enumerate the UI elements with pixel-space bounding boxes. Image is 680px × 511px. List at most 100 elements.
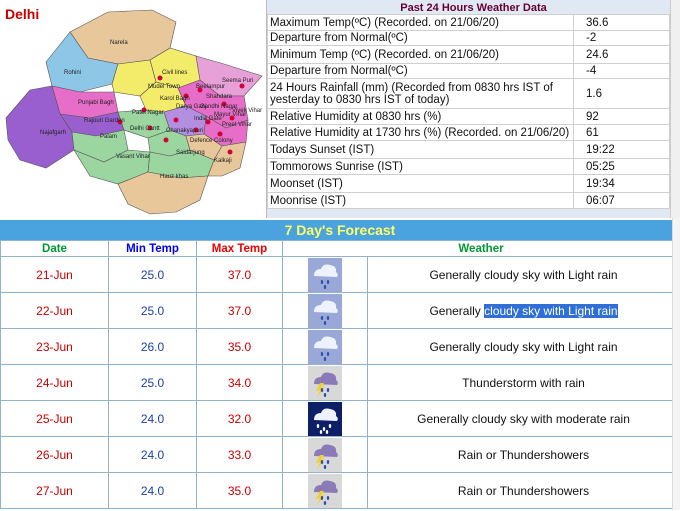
- past-row: Departure from Normal(ºC) -2: [267, 30, 670, 46]
- past-row: Minimum Temp (ºC) (Recorded. on 21/06/20…: [267, 45, 670, 64]
- forecast-icon-cell: [282, 472, 368, 509]
- map-label-beelampur: Beelampur: [196, 84, 225, 90]
- scrollbar[interactable]: [670, 0, 680, 218]
- past-row-value: 05:25: [573, 158, 670, 175]
- past-row-label: Relative Humidity at 1730 hrs (%) (Recor…: [267, 124, 574, 141]
- past-row-value: 1.6: [573, 78, 670, 109]
- forecast-weather: Rain or Thundershowers: [367, 472, 680, 509]
- delhi-map-panel: Narela Rohini Civil lines Seema Puri Mud…: [0, 0, 266, 218]
- past-row-label: Moonrise (IST): [267, 192, 574, 209]
- moderate-rain-icon: [308, 401, 342, 436]
- forecast-date: 27-Jun: [0, 472, 109, 509]
- past-row-label: Maximum Temp(ºC) (Recorded. on 21/06/20): [267, 14, 574, 31]
- forecast-row: 23-Jun 26.0 35.0 Generally cloudy sky with …: [0, 328, 680, 365]
- forecast-min-temp: 24.0: [108, 400, 197, 437]
- past-row: Todays Sunset (IST) 19:22: [267, 140, 670, 159]
- forecast-date: 21-Jun: [0, 256, 109, 293]
- city-title: Delhi: [5, 6, 40, 22]
- forecast-weather-text: Generally: [429, 303, 485, 318]
- forecast-weather: Rain or Thundershowers: [367, 436, 680, 473]
- past-row-value: 19:34: [573, 174, 670, 193]
- map-label-delhi-cantt: Delhi Cantt: [130, 126, 160, 132]
- forecast-table: Date Min Temp Max Temp Weather 21-Jun 25.…: [0, 240, 680, 509]
- map-label-punjabi-bagh: Punjabi Bagh: [78, 100, 114, 106]
- past-row-label: Relative Humidity at 0830 hrs (%): [267, 108, 574, 125]
- forecast-weather: Generally cloudy sky with Light rain: [367, 256, 680, 293]
- forecast-row: 25-Jun 24.0 32.0 Generally cloudy sky with …: [0, 400, 680, 437]
- past-row-value: -2: [573, 30, 670, 46]
- map-label-rajouri-garden: Rajouri Garden: [84, 118, 125, 124]
- delhi-district-map[interactable]: Narela Rohini Civil lines Seema Puri Mud…: [0, 0, 266, 218]
- map-label-preet-vihar: Preet Vihar: [222, 122, 252, 128]
- header-weather: Weather: [282, 240, 680, 257]
- forecast-min-temp: 25.0: [108, 364, 197, 401]
- forecast-min-temp: 25.0: [108, 292, 197, 329]
- past-row-label: Moonset (IST): [267, 174, 574, 193]
- selected-text[interactable]: cloudy sky with Light rain: [484, 303, 618, 318]
- map-label-rohini: Rohini: [64, 70, 81, 76]
- forecast-row: 21-Jun 25.0 37.0 Generally cloudy sky with …: [0, 256, 680, 293]
- forecast-weather: Generally cloudy sky with moderate rain: [367, 400, 680, 437]
- forecast-date: 25-Jun: [0, 400, 109, 437]
- past-row-value: -4: [573, 63, 670, 79]
- map-label-patel-nagar: Patel Nagar: [132, 110, 164, 116]
- past-row-value: 36.6: [573, 14, 670, 31]
- forecast-weather: Thunderstorm with rain: [367, 364, 680, 401]
- past-row-label: Departure from Normal(ºC): [267, 63, 574, 79]
- thundershowers-icon: [308, 437, 342, 472]
- forecast-min-temp: 24.0: [108, 436, 197, 473]
- forecast-icon-cell: [282, 328, 368, 365]
- past-row-value: 92: [573, 108, 670, 125]
- past-row: Relative Humidity at 0830 hrs (%) 92: [267, 108, 670, 125]
- past-24h-panel: Past 24 Hours Weather Data Maximum Temp(…: [266, 0, 680, 218]
- past-24h-table: Maximum Temp(ºC) (Recorded. on 21/06/20)…: [267, 14, 670, 209]
- scrollbar-right[interactable]: [672, 218, 680, 510]
- past-row-label: Todays Sunset (IST): [267, 140, 574, 159]
- map-label-india-gate: India Gate: [194, 116, 222, 122]
- map-label-shahdara: Shahdara: [206, 94, 233, 100]
- forecast-row: 22-Jun 25.0 37.0 Generally cloudy sky with …: [0, 292, 680, 329]
- past-row-label: Minimum Temp (ºC) (Recorded. on 21/06/20…: [267, 45, 574, 64]
- forecast-icon-cell: [282, 256, 368, 293]
- past-row-label: 24 Hours Rainfall (mm) (Recorded from 08…: [267, 78, 574, 109]
- thundershowers-icon: [308, 473, 342, 508]
- forecast-title: 7 Day's Forecast: [0, 220, 680, 240]
- map-label-seema-puri: Seema Puri: [222, 78, 253, 84]
- cloudy-light-rain-icon: [308, 293, 342, 328]
- past-row-value: 24.6: [573, 45, 670, 64]
- map-label-kalkaji: Kalkaji: [214, 158, 232, 164]
- forecast-date: 26-Jun: [0, 436, 109, 473]
- past-row: Tommorows Sunrise (IST) 05:25: [267, 158, 670, 175]
- past-row: Relative Humidity at 1730 hrs (%) (Recor…: [267, 124, 670, 141]
- forecast-weather: Generally cloudy sky with Light rain: [367, 292, 680, 329]
- map-label-civil-lines: Civil lines: [162, 70, 187, 76]
- forecast-min-temp: 26.0: [108, 328, 197, 365]
- forecast-max-temp: 33.0: [196, 436, 283, 473]
- forecast-max-temp: 37.0: [196, 256, 283, 293]
- forecast-date: 22-Jun: [0, 292, 109, 329]
- map-label-saidarjung: Saidarjung: [176, 150, 205, 156]
- map-label-palam: Palam: [100, 134, 117, 140]
- forecast-min-temp: 24.0: [108, 472, 197, 509]
- forecast-weather: Generally cloudy sky with Light rain: [367, 328, 680, 365]
- header-max-temp: Max Temp: [196, 240, 283, 257]
- forecast-min-temp: 25.0: [108, 256, 197, 293]
- forecast-row: 27-Jun 24.0 35.0 Rain or Thundershowers: [0, 472, 680, 509]
- past-row: 24 Hours Rainfall (mm) (Recorded from 08…: [267, 78, 670, 109]
- forecast-icon-cell: [282, 292, 368, 329]
- map-label-mudel-town: Mudel Town: [148, 84, 180, 90]
- map-label-hauz-khas: Hauz khas: [160, 174, 188, 180]
- past-row: Departure from Normal(ºC) -4: [267, 63, 670, 79]
- forecast-icon-cell: [282, 364, 368, 401]
- map-label-vasant-vihar: Vasant Vihar: [116, 154, 150, 160]
- map-label-defence-colony: Defence Colony: [190, 138, 233, 144]
- past-row-label: Tommorows Sunrise (IST): [267, 158, 574, 175]
- cloudy-light-rain-icon: [308, 257, 342, 292]
- header-min-temp: Min Temp: [108, 240, 197, 257]
- map-label-narela: Narela: [110, 40, 128, 46]
- forecast-max-temp: 37.0: [196, 292, 283, 329]
- forecast-date: 23-Jun: [0, 328, 109, 365]
- map-label-karol-bagh: Karol Bagh: [160, 96, 190, 102]
- forecast-max-temp: 32.0: [196, 400, 283, 437]
- forecast-max-temp: 35.0: [196, 328, 283, 365]
